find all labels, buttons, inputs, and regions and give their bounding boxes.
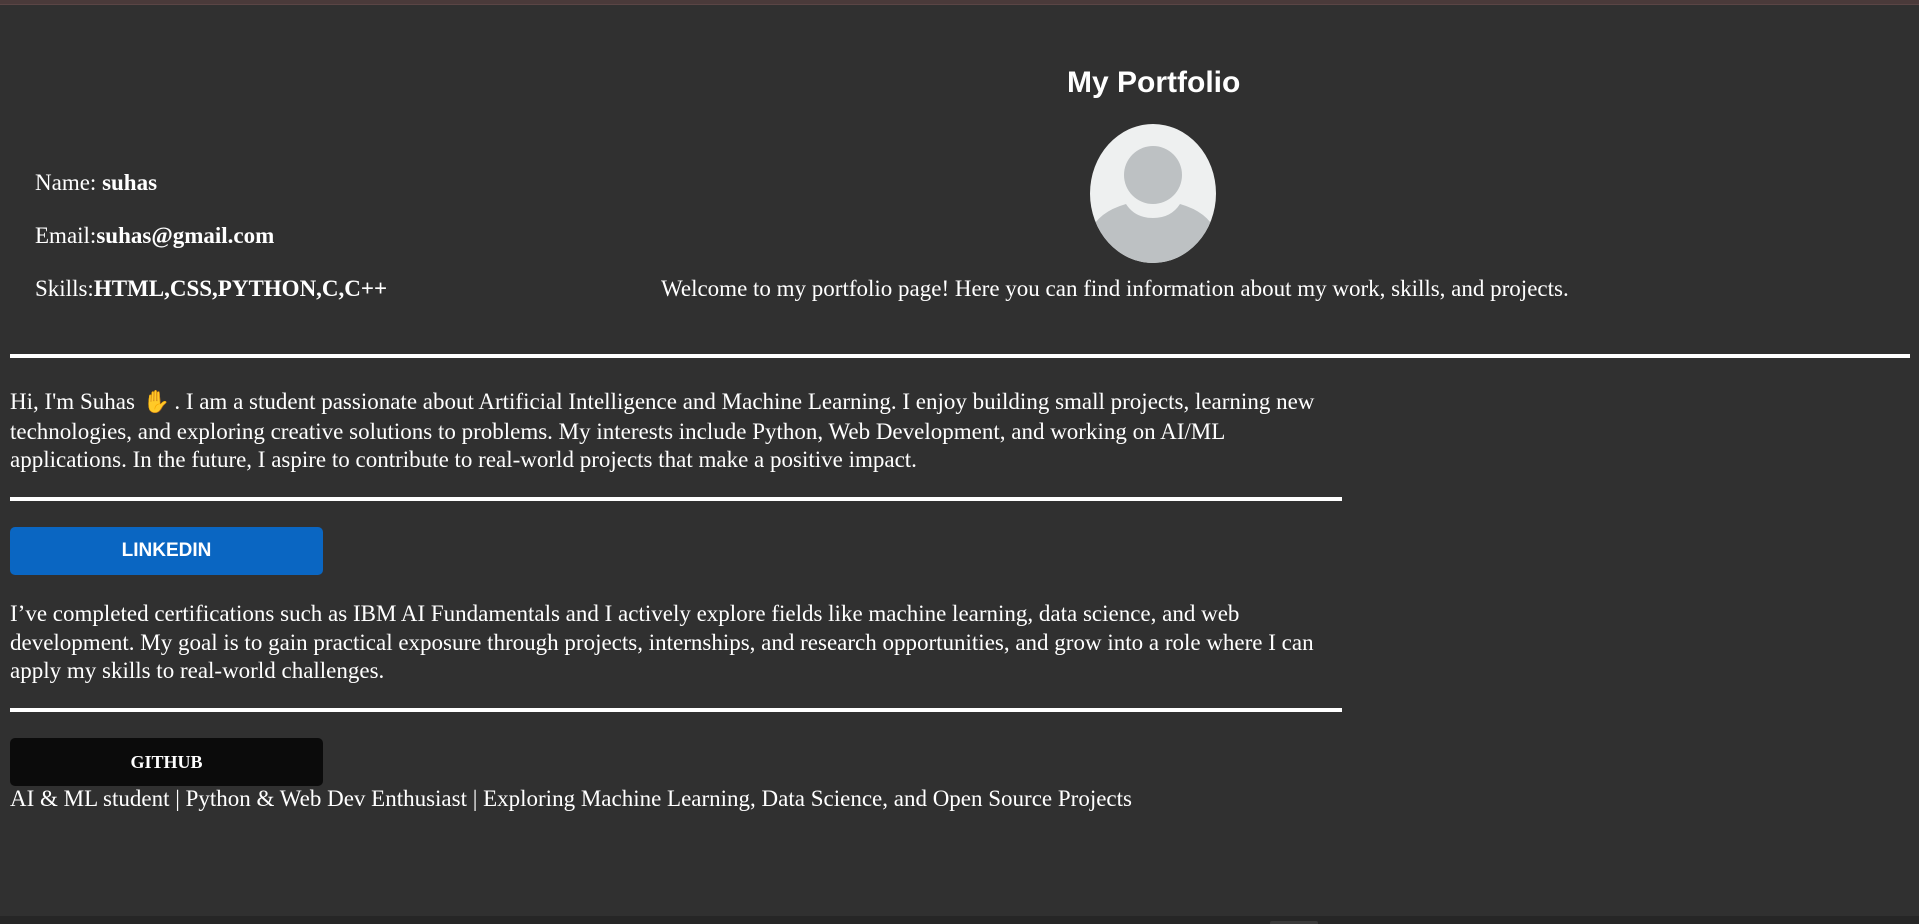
waving-hand-icon: ✋ (142, 390, 171, 415)
github-tagline: AI & ML student | Python & Web Dev Enthu… (10, 786, 1132, 811)
linkedin-description: I’ve completed certifications such as IB… (10, 601, 1314, 683)
about-intro: Hi, I'm Suhas (10, 389, 135, 414)
about-divider (10, 497, 1342, 501)
linkedin-divider (10, 708, 1342, 712)
profile-name-value: suhas (102, 170, 158, 195)
about-body: . I am a student passionate about Artifi… (10, 389, 1315, 472)
window-bottom-edge (0, 916, 1919, 924)
page-title: My Portfolio (1067, 66, 1241, 99)
about-paragraph: Hi, I'm Suhas ✋. I am a student passionat… (10, 388, 1340, 475)
profile-name-label: Name: (35, 170, 103, 195)
welcome-text: Welcome to my portfolio page! Here you c… (661, 276, 1569, 301)
profile-email-label: Email: (35, 223, 97, 248)
profile-skills-value: HTML,CSS,PYTHON,C,C++ (93, 276, 388, 301)
user-placeholder-icon (1090, 124, 1216, 263)
linkedin-button[interactable]: LINKEDIN (10, 527, 323, 575)
profile-email-value: suhas@gmail.com (96, 223, 275, 248)
profile-email: Email:suhas@gmail.com (35, 221, 274, 251)
profile-skills: Skills:HTML,CSS,PYTHON,C,C++ (35, 274, 387, 304)
github-button[interactable]: GITHUB (10, 738, 323, 786)
window-top-edge (0, 0, 1919, 5)
header-divider (10, 354, 1910, 358)
profile-name: Name: suhas (35, 168, 157, 198)
profile-skills-label: Skills: (35, 276, 94, 301)
